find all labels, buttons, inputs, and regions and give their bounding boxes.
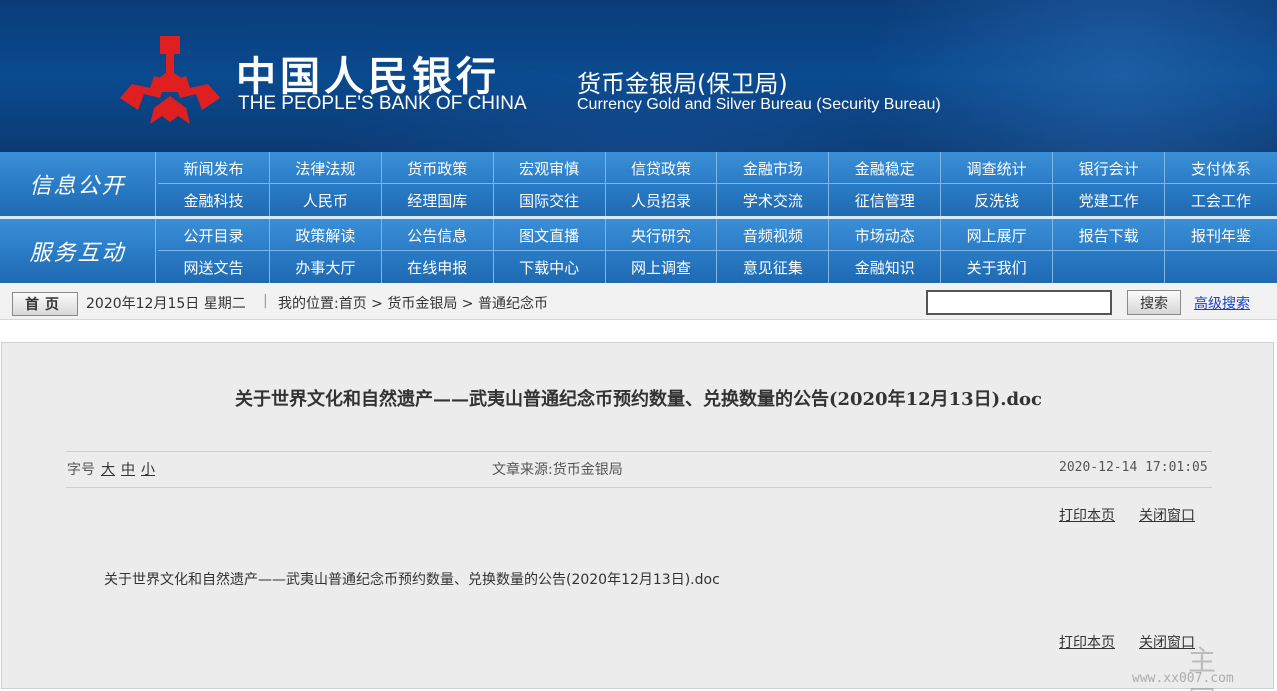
nav-row: 公开目录 政策解读 公告信息 图文直播 央行研究 音频视频 市场动态 网上展厅 … [158,219,1277,251]
nav-item-union[interactable]: 工会工作 [1165,184,1277,216]
nav-item-notices[interactable]: 网送文告 [158,251,270,283]
article-tools-bottom: 打印本页 关闭窗口 [1059,632,1195,652]
nav-item-public-catalog[interactable]: 公开目录 [158,219,270,251]
nav-grid: 公开目录 政策解读 公告信息 图文直播 央行研究 音频视频 市场动态 网上展厅 … [158,219,1277,283]
nav-item-announcements[interactable]: 公告信息 [382,219,494,251]
main-nav: 信息公开 新闻发布 法律法规 货币政策 宏观审慎 信贷政策 金融市场 金融稳定 … [0,152,1277,283]
font-size-controls: 字号大中小 [67,459,155,479]
nav-item-treasury[interactable]: 经理国库 [382,184,494,216]
nav-item-live[interactable]: 图文直播 [494,219,606,251]
close-window-link[interactable]: 关闭窗口 [1139,508,1195,524]
pboc-logo-icon[interactable] [120,36,220,124]
nav-item-news[interactable]: 新闻发布 [158,152,270,184]
nav-grid: 新闻发布 法律法规 货币政策 宏观审慎 信贷政策 金融市场 金融稳定 调查统计 … [158,152,1277,216]
nav-item-empty [1165,251,1277,283]
header-banner: 中国人民银行 THE PEOPLE'S BANK OF CHINA 货币金银局(… [0,0,1277,152]
nav-item-laws[interactable]: 法律法规 [270,152,382,184]
nav-item-yearbook[interactable]: 报刊年鉴 [1165,219,1277,251]
article-title: 关于世界文化和自然遗产——武夷山普通纪念币预约数量、兑换数量的公告(2020年1… [234,389,1043,410]
nav-item-bank-accounting[interactable]: 银行会计 [1053,152,1166,184]
advanced-search-link[interactable]: 高级搜索 [1194,293,1250,313]
article-panel: 关于世界文化和自然遗产——武夷山普通纪念币预约数量、兑换数量的公告(2020年1… [1,342,1274,691]
nav-item-academic[interactable]: 学术交流 [717,184,830,216]
close-window-link[interactable]: 关闭窗口 [1139,635,1195,651]
breadcrumb[interactable]: 我的位置:首页 > 货币金银局 > 普通纪念币 [278,293,548,313]
nav-item-service-hall[interactable]: 办事大厅 [270,251,382,283]
home-button[interactable]: 首页 [12,292,78,316]
font-size-medium[interactable]: 中 [121,462,135,478]
nav-section-title: 服务互动 [0,219,156,283]
nav-item-media[interactable]: 音频视频 [717,219,830,251]
nav-item-anti-money-laundering[interactable]: 反洗钱 [941,184,1054,216]
nav-item-macroprudential[interactable]: 宏观审慎 [494,152,606,184]
nav-item-financial-market[interactable]: 金融市场 [717,152,830,184]
nav-item-feedback[interactable]: 意见征集 [717,251,830,283]
nav-item-monetary-policy[interactable]: 货币政策 [382,152,494,184]
nav-item-download-center[interactable]: 下载中心 [494,251,606,283]
nav-item-empty [1053,251,1166,283]
search-button[interactable]: 搜索 [1127,290,1181,315]
nav-item-fintech[interactable]: 金融科技 [158,184,270,216]
nav-item-report-download[interactable]: 报告下载 [1053,219,1166,251]
search-input[interactable] [926,290,1112,315]
nav-section-service: 服务互动 公开目录 政策解读 公告信息 图文直播 央行研究 音频视频 市场动态 … [0,219,1277,283]
font-size-label: 字号 [67,462,95,478]
nav-item-payment-system[interactable]: 支付体系 [1165,152,1277,184]
nav-row: 金融科技 人民币 经理国库 国际交往 人员招录 学术交流 征信管理 反洗钱 党建… [158,184,1277,216]
font-size-large[interactable]: 大 [101,462,115,478]
nav-section-info: 信息公开 新闻发布 法律法规 货币政策 宏观审慎 信贷政策 金融市场 金融稳定 … [0,152,1277,216]
watermark-url: www.xx007.com [1132,671,1234,686]
bureau-name-en: Currency Gold and Silver Bureau (Securit… [577,96,941,113]
current-date: 2020年12月15日 星期二 [86,296,246,312]
nav-row: 网送文告 办事大厅 在线申报 下载中心 网上调查 意见征集 金融知识 关于我们 [158,251,1277,283]
nav-item-policy-interpretation[interactable]: 政策解读 [270,219,382,251]
nav-item-party-building[interactable]: 党建工作 [1053,184,1166,216]
nav-item-research[interactable]: 央行研究 [606,219,718,251]
nav-item-online-survey[interactable]: 网上调查 [606,251,718,283]
crumb-divider: | [263,293,268,309]
font-size-small[interactable]: 小 [141,462,155,478]
nav-item-online-filing[interactable]: 在线申报 [382,251,494,283]
nav-item-recruitment[interactable]: 人员招录 [606,184,718,216]
article-datetime: 2020-12-14 17:01:05 [1059,460,1208,475]
nav-item-international[interactable]: 国际交往 [494,184,606,216]
nav-item-statistics[interactable]: 调查统计 [941,152,1054,184]
nav-item-about-us[interactable]: 关于我们 [941,251,1054,283]
breadcrumb-bar: 首页 2020年12月15日 星期二 | 我的位置:首页 > 货币金银局 > 普… [0,284,1277,320]
nav-item-financial-stability[interactable]: 金融稳定 [829,152,942,184]
bureau-name-cn: 货币金银局(保卫局) [577,70,788,98]
print-page-link[interactable]: 打印本页 [1059,508,1115,524]
divider [66,487,1212,488]
nav-item-financial-knowledge[interactable]: 金融知识 [829,251,942,283]
bank-name-en: THE PEOPLE'S BANK OF CHINA [238,93,527,114]
nav-item-online-exhibition[interactable]: 网上展厅 [941,219,1054,251]
nav-section-title: 信息公开 [0,152,156,216]
divider [66,451,1212,452]
nav-row: 新闻发布 法律法规 货币政策 宏观审慎 信贷政策 金融市场 金融稳定 调查统计 … [158,152,1277,184]
print-page-link[interactable]: 打印本页 [1059,635,1115,651]
nav-item-market-dynamics[interactable]: 市场动态 [829,219,942,251]
article-tools-top: 打印本页 关闭窗口 [1059,505,1195,525]
article-source: 文章来源:货币金银局 [492,462,623,478]
attachment-link[interactable]: 关于世界文化和自然遗产——武夷山普通纪念币预约数量、兑换数量的公告(2020年1… [104,569,720,589]
nav-item-rmb[interactable]: 人民币 [270,184,382,216]
nav-item-credit-policy[interactable]: 信贷政策 [606,152,718,184]
nav-item-credit-reference[interactable]: 征信管理 [829,184,942,216]
